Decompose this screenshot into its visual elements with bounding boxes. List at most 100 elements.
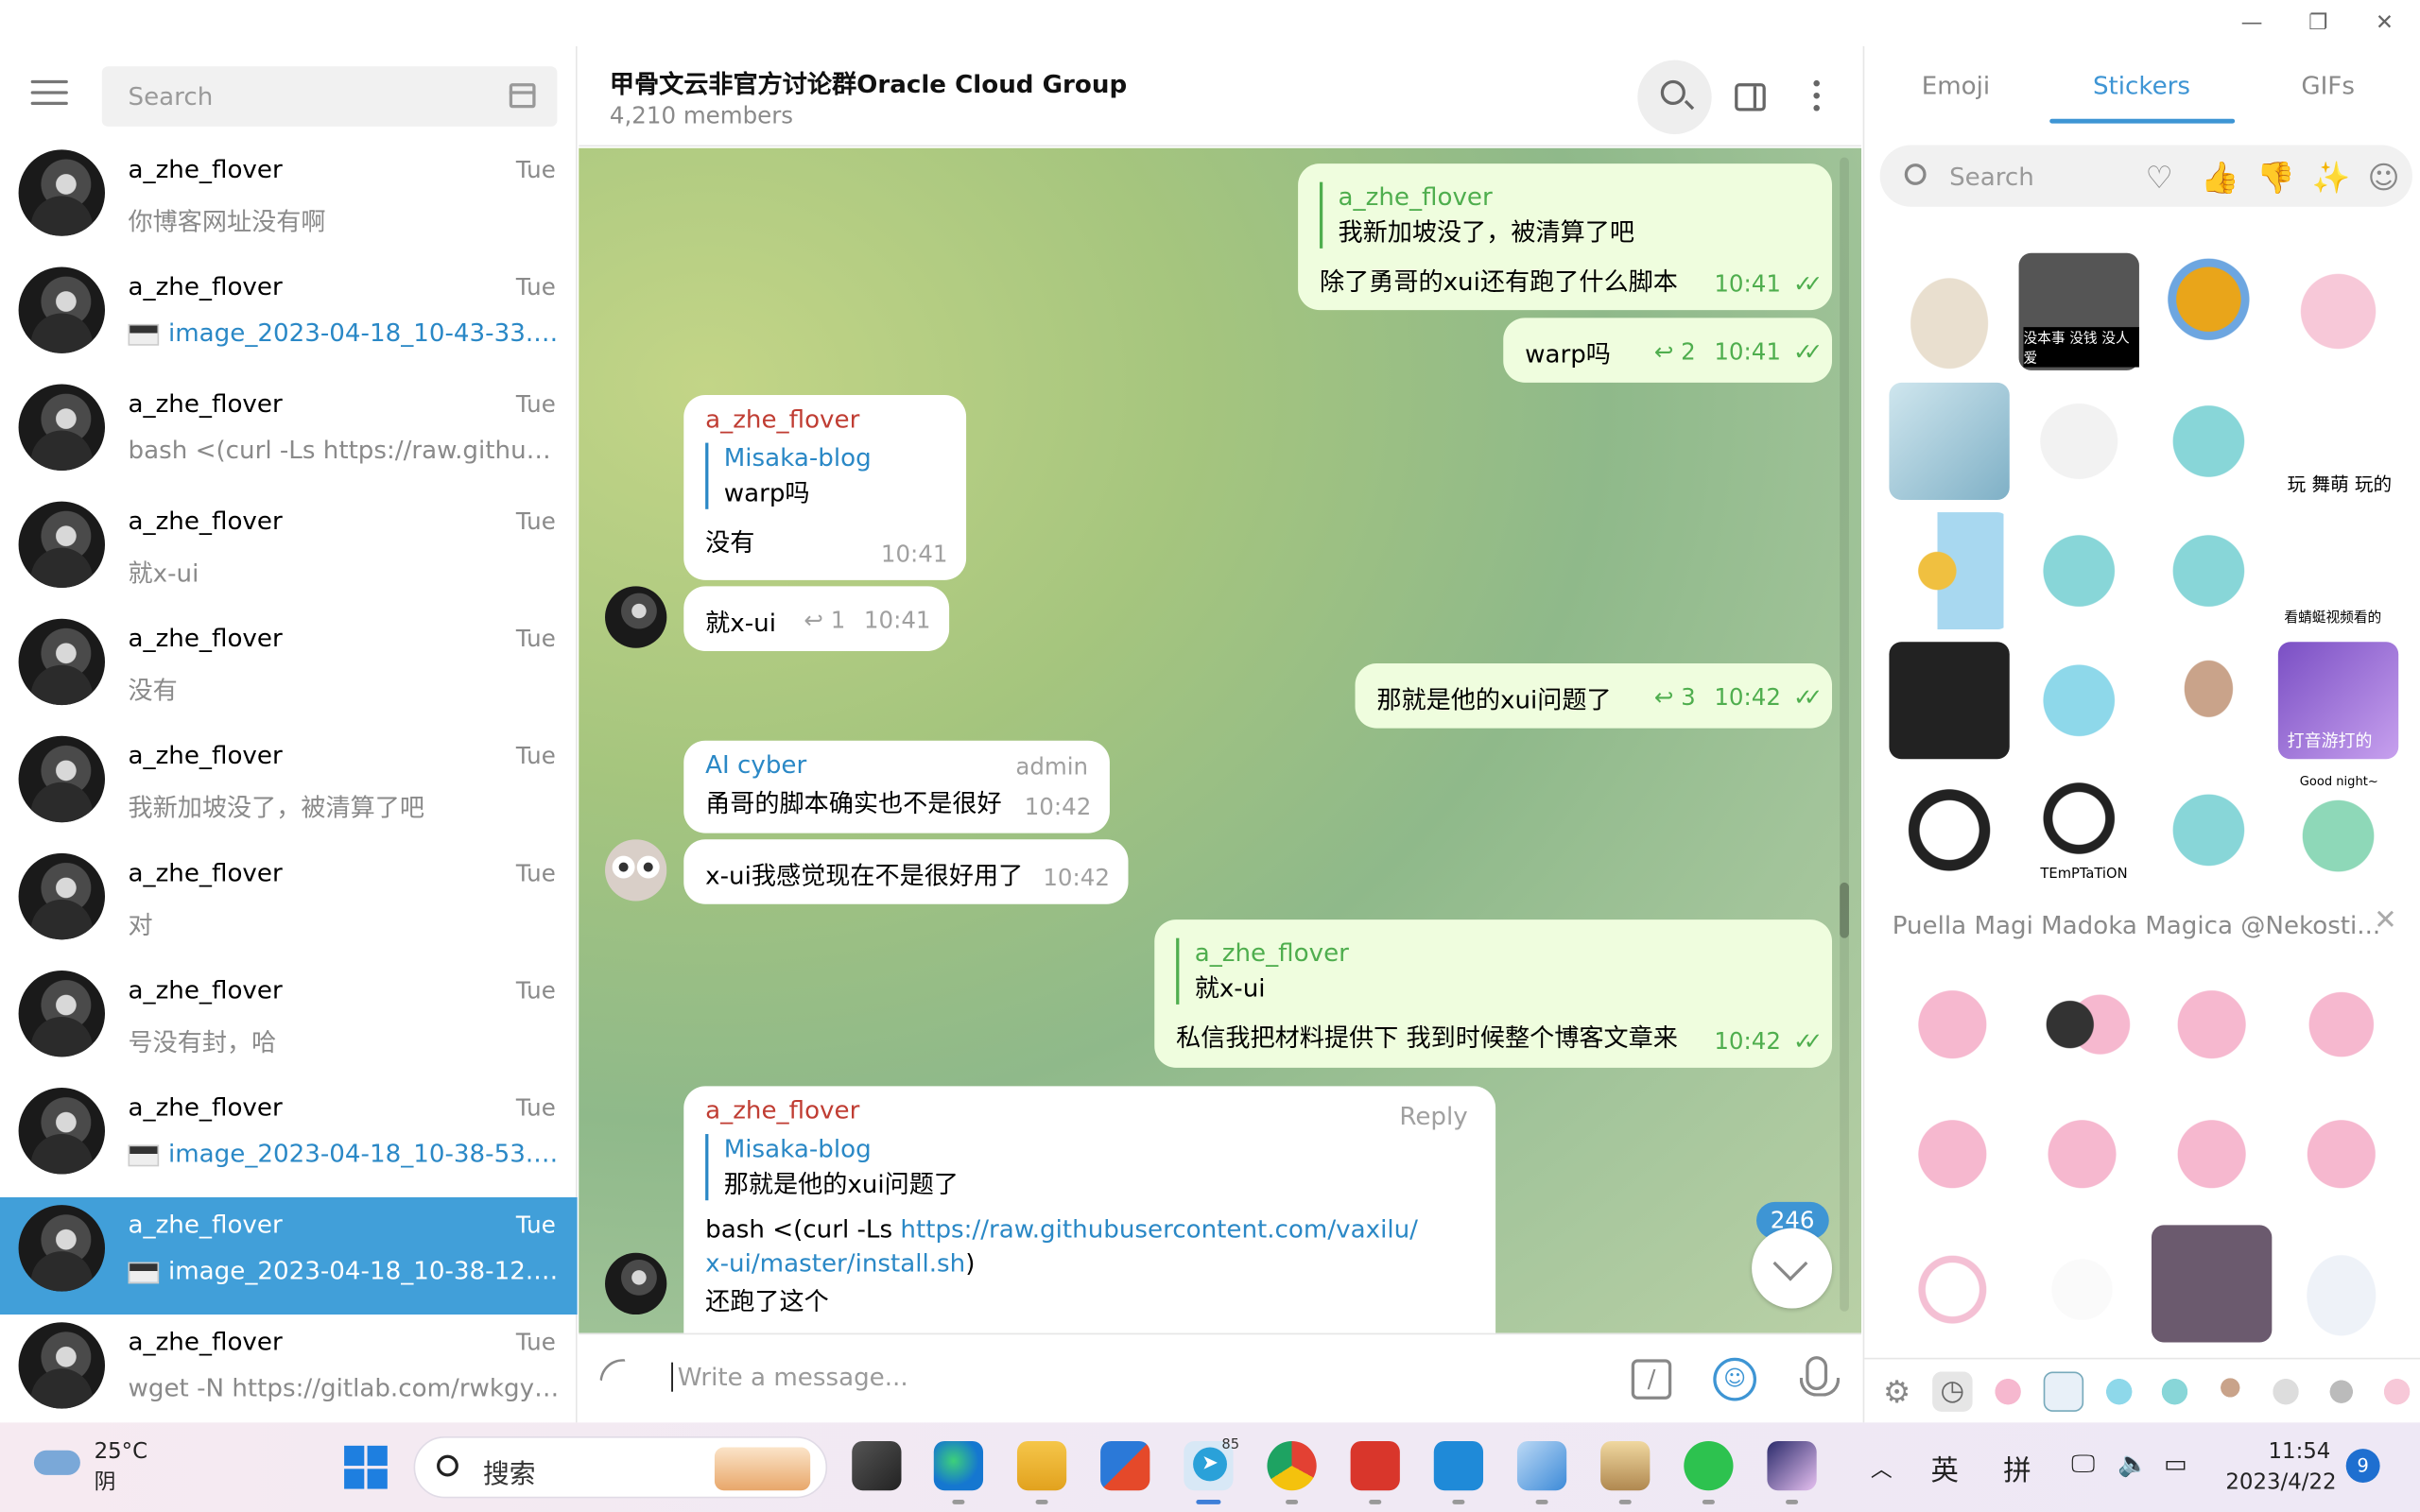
sticker[interactable] xyxy=(2018,382,2139,500)
sender-name[interactable]: a_zhe_flover xyxy=(705,1095,1474,1125)
sticker[interactable] xyxy=(2148,771,2270,889)
sticker-set-icon[interactable] xyxy=(2210,1371,2251,1412)
sticker[interactable] xyxy=(2148,240,2270,358)
message-incoming[interactable]: a_zhe_flover Misaka-blog warp吗 没有 10:41 xyxy=(683,394,967,580)
tab-gifs[interactable]: GIFs xyxy=(2301,71,2355,100)
sticker[interactable]: Good night~ xyxy=(2277,771,2399,889)
clock[interactable]: 11:54 2023/4/22 xyxy=(2225,1436,2336,1498)
sticker[interactable] xyxy=(2151,1225,2273,1343)
sticker[interactable]: 打音游打的 xyxy=(2277,642,2399,760)
chat-item[interactable]: a_zhe_flover Tue image_2023-04-18_10-38-… xyxy=(0,1080,578,1197)
bot-command-icon[interactable]: / xyxy=(1631,1359,1672,1400)
scrollbar[interactable] xyxy=(1840,157,1849,1312)
tab-emoji[interactable]: Emoji xyxy=(1922,71,1990,100)
chat-item[interactable]: a_zhe_flover Tue 号没有封，哈 xyxy=(0,963,578,1080)
battery-icon[interactable]: ▭ xyxy=(2164,1449,2187,1478)
chat-item[interactable]: a_zhe_flover Tue 你博客网址没有啊 xyxy=(0,142,578,259)
close-icon[interactable]: ✕ xyxy=(2374,904,2397,936)
notification-badge[interactable]: 9 xyxy=(2345,1449,2380,1484)
thumbs-up-icon[interactable]: 👍 xyxy=(2201,159,2239,196)
emoji-icon[interactable]: ☺ xyxy=(1713,1357,1757,1401)
reply-quote[interactable]: Misaka-blog 那就是他的xui问题了 xyxy=(705,1134,1474,1201)
sticker[interactable] xyxy=(1889,642,2010,760)
sticker-set-icon[interactable] xyxy=(2099,1371,2139,1412)
telegram-icon[interactable]: ➤ 85 xyxy=(1184,1438,1239,1504)
chat-item[interactable]: a_zhe_flover Tue image_2023-04-18_10-43-… xyxy=(0,259,578,376)
recent-icon[interactable]: ◷ xyxy=(1932,1371,1973,1412)
settings-icon[interactable]: ⚙ xyxy=(1876,1371,1916,1411)
message-outgoing[interactable]: a_zhe_flover 就x-ui 私信我把材料提供下 我到时候整个博客文章来… xyxy=(1154,919,1833,1068)
sticker[interactable] xyxy=(2148,382,2270,500)
sender-avatar[interactable] xyxy=(605,1252,667,1315)
menu-icon[interactable] xyxy=(30,79,68,108)
party-icon[interactable]: ✨ xyxy=(2312,159,2351,196)
sticker[interactable]: 没本事 没钱 没人爱 xyxy=(2018,252,2139,370)
message-incoming[interactable]: a_zhe_flover Reply Misaka-blog 那就是他的xui问… xyxy=(683,1086,1496,1333)
message-input[interactable]: Write a message... xyxy=(671,1362,908,1392)
reply-quote[interactable]: a_zhe_flover 就x-ui xyxy=(1176,937,1810,1005)
heart-icon[interactable]: ♡ xyxy=(2145,159,2172,196)
chevron-up-icon[interactable]: ︿ xyxy=(1871,1453,1893,1485)
sticker[interactable] xyxy=(2148,512,2270,630)
chat-item[interactable]: a_zhe_flover Tue 就x-ui xyxy=(0,493,578,610)
sticker[interactable] xyxy=(1892,1095,2014,1213)
calendar-icon[interactable] xyxy=(509,83,536,109)
message-outgoing[interactable]: a_zhe_flover 我新加坡没了，被清算了吧 除了勇哥的xui还有跑了什么… xyxy=(1298,163,1833,311)
ime-mode[interactable]: 拼 xyxy=(2003,1449,2031,1488)
ime-language[interactable]: 英 xyxy=(1931,1449,1959,1488)
wechat-icon[interactable] xyxy=(1684,1440,1734,1504)
close-button[interactable]: ✕ xyxy=(2366,7,2403,41)
message-incoming[interactable]: x-ui我感觉现在不是很好用了 10:42 xyxy=(683,839,1129,904)
chat-item[interactable]: a_zhe_flover Tue bash <(curl -Ls https:/… xyxy=(0,376,578,493)
sticker[interactable] xyxy=(1892,1225,2014,1343)
sticker[interactable] xyxy=(2281,1095,2402,1213)
sticker[interactable] xyxy=(2151,1095,2273,1213)
sticker[interactable] xyxy=(2281,966,2402,1084)
sticker[interactable] xyxy=(2018,642,2139,760)
sticker[interactable]: 看蜻蜓视频看的 xyxy=(2278,512,2398,629)
sticker[interactable] xyxy=(2021,1095,2143,1213)
reply-quote[interactable]: Misaka-blog warp吗 xyxy=(705,442,944,509)
attach-icon[interactable]: ⌒ xyxy=(595,1353,646,1404)
chat-item[interactable]: a_zhe_flover Tue 对 xyxy=(0,846,578,963)
sticker[interactable] xyxy=(2018,512,2139,630)
sticker-set-icon[interactable] xyxy=(2265,1371,2307,1412)
volume-icon[interactable]: 🔈 xyxy=(2118,1449,2149,1478)
sticker-set-icon[interactable] xyxy=(2154,1371,2195,1412)
sticker[interactable]: TEmPTaTiON xyxy=(2018,771,2139,889)
reply-count[interactable]: ↩ 2 xyxy=(1654,338,1696,366)
sticker[interactable] xyxy=(2021,966,2143,1084)
chat-search-input[interactable]: Search xyxy=(101,66,558,127)
sticker[interactable] xyxy=(2021,1225,2143,1343)
search-button[interactable] xyxy=(1637,60,1712,135)
sidebar-toggle-icon[interactable] xyxy=(1735,83,1766,112)
sticker[interactable] xyxy=(1889,382,2010,500)
sticker[interactable] xyxy=(1889,512,2010,630)
sticker[interactable] xyxy=(1889,252,2010,370)
weather-widget[interactable]: 25°C 阴 xyxy=(95,1436,147,1498)
more-options-icon[interactable] xyxy=(1813,79,1820,114)
chat-title[interactable]: 甲骨文云非官方讨论群Oracle Cloud Group xyxy=(610,63,1127,100)
store-icon[interactable] xyxy=(1100,1440,1150,1491)
app-icon[interactable] xyxy=(1767,1440,1817,1504)
sender-name[interactable]: a_zhe_flover xyxy=(705,404,944,434)
message-outgoing[interactable]: 那就是他的xui问题了 ↩ 3 10:42 ✓✓ xyxy=(1355,663,1833,729)
sticker-set-icon[interactable] xyxy=(2377,1371,2417,1412)
sticker[interactable] xyxy=(2277,247,2399,365)
sticker[interactable]: 玩 舞萌 玩的 xyxy=(2278,383,2398,500)
tab-stickers[interactable]: Stickers xyxy=(2093,71,2190,100)
chat-item[interactable]: a_zhe_flover Tue 没有 xyxy=(0,611,578,729)
thumbs-down-icon[interactable]: 👎 xyxy=(2256,159,2295,196)
scroll-down-button[interactable] xyxy=(1752,1228,1833,1309)
sticker[interactable] xyxy=(2281,1225,2402,1343)
sticker-set-icon[interactable] xyxy=(1987,1371,2029,1412)
chat-item-active[interactable]: a_zhe_flover Tue image_2023-04-18_10-38-… xyxy=(0,1196,578,1315)
scrollbar-thumb[interactable] xyxy=(1840,882,1849,938)
restore-button[interactable]: ❐ xyxy=(2300,7,2337,41)
reply-count[interactable]: ↩ 1 xyxy=(804,607,845,634)
minimize-button[interactable]: — xyxy=(2234,7,2271,41)
sender-avatar[interactable] xyxy=(605,586,667,648)
edge-icon[interactable] xyxy=(933,1440,984,1504)
message-outgoing[interactable]: warp吗 ↩ 2 10:41 ✓✓ xyxy=(1503,318,1833,383)
reply-button[interactable]: Reply xyxy=(1399,1102,1467,1131)
